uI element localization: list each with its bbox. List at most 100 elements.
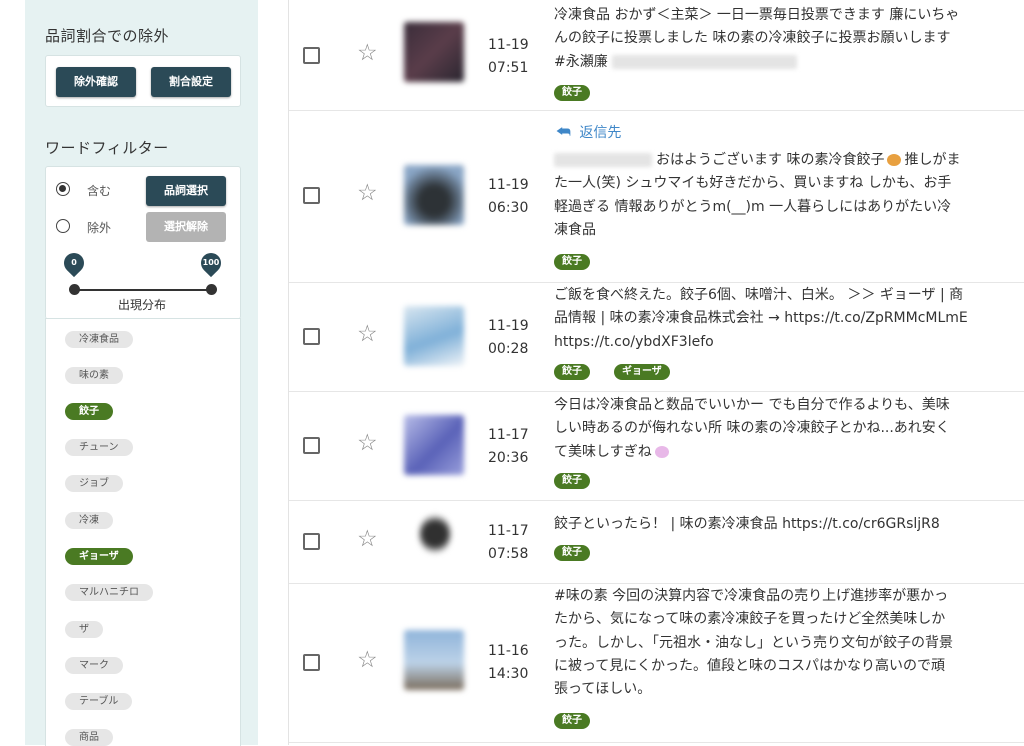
word-chip[interactable]: ザ (65, 621, 103, 638)
post-checkbox[interactable] (303, 437, 320, 454)
post-date: 11-16 (488, 643, 529, 659)
post-line: 張ってほしい。 (554, 681, 652, 698)
include-radio[interactable] (56, 182, 70, 196)
pos-exclusion-title: 品詞割合での除外 (45, 27, 170, 45)
post-time: 20:36 (488, 450, 529, 466)
post-text: #味の素 今回の決算内容で冷凍食品の売り上げ進捗率が悪かっ たから、気になって味… (554, 585, 1022, 701)
emoji-icon (654, 445, 669, 458)
word-chip[interactable]: マルハニチロ (65, 584, 153, 601)
post-datetime: 11-16 14:30 (488, 640, 529, 686)
row-divider (289, 583, 1024, 584)
word-chip[interactable]: 冷凍 (65, 512, 113, 529)
pos-select-button[interactable]: 品詞選択 (146, 176, 226, 206)
post-date: 11-19 (488, 318, 529, 334)
word-filter-title: ワードフィルター (45, 139, 169, 157)
post-checkbox[interactable] (303, 328, 320, 345)
post-line: 凍食品 (554, 221, 596, 238)
post-datetime: 11-19 07:51 (488, 34, 529, 80)
post-date: 11-19 (488, 37, 529, 53)
post-line: おはようございます 味の素冷食餃子 推しがま (554, 149, 1022, 172)
post-checkbox[interactable] (303, 533, 320, 550)
post-line: #味の素 今回の決算内容で冷凍食品の売り上げ進捗率が悪かっ (554, 588, 949, 604)
word-chip[interactable]: マーク (65, 657, 123, 674)
exclude-radio[interactable] (56, 219, 70, 233)
word-chip[interactable]: 商品 (65, 729, 113, 746)
row-divider (289, 742, 1024, 743)
post-tag[interactable]: 餃子 (554, 713, 590, 729)
favorite-star-icon[interactable]: ☆ (357, 528, 378, 551)
favorite-star-icon[interactable]: ☆ (357, 323, 378, 346)
post-line-text: て美味しすぎね (554, 443, 652, 460)
post-thumbnail (419, 514, 451, 554)
post-thumbnail (404, 630, 464, 690)
reply-indicator[interactable]: ⮪ 返信先 (556, 122, 621, 142)
row-divider (289, 110, 1024, 111)
post-line: 軽過ぎる 情報ありがとうm(__)m 一人暮らしにはありがたい冷 (554, 198, 952, 215)
post-datetime: 11-19 00:28 (488, 315, 529, 361)
reply-arrow-icon: ⮪ (556, 122, 571, 141)
post-line: https://t.co/ybdXF3lefo (554, 333, 714, 350)
distribution-slider-track (74, 289, 212, 291)
post-line: った。しかし、「元祖水・油なし」という売り文句が餃子の背景 (554, 634, 953, 651)
reply-label: 返信先 (579, 125, 622, 141)
post-thumbnail (404, 306, 464, 366)
post-text: 今日は冷凍食品と数品でいいかー でも自分で作るよりも、美味 しい時あるのが侮れな… (554, 394, 1022, 464)
post-tag[interactable]: 餃子 (554, 545, 590, 561)
ratio-settings-button[interactable]: 割合設定 (151, 67, 231, 97)
post-tag[interactable]: 餃子 (554, 254, 590, 270)
post-line: たから、気になって味の素冷凍餃子を買ったけど全然美味しか (554, 611, 946, 628)
word-chip[interactable]: 味の素 (65, 367, 123, 384)
word-chip[interactable]: チューン (65, 439, 133, 456)
post-line: 今日は冷凍食品と数品でいいかー でも自分で作るよりも、美味 (554, 397, 950, 413)
favorite-star-icon[interactable]: ☆ (357, 42, 378, 65)
post-line-text: #永瀬廉 (554, 53, 608, 70)
post-time: 00:28 (488, 341, 529, 357)
favorite-star-icon[interactable]: ☆ (357, 432, 378, 455)
post-tag[interactable]: 餃子 (554, 364, 590, 380)
slider-min-handle[interactable] (69, 284, 80, 295)
post-tag[interactable]: ギョーザ (614, 364, 670, 380)
post-time: 14:30 (488, 666, 529, 682)
post-text: ご飯を食べ終えた。餃子6個、味噌汁、白米。 ＞＞ ギョーザ | 商 品情報 | … (554, 284, 1022, 354)
favorite-star-icon[interactable]: ☆ (357, 649, 378, 672)
left-gutter (0, 0, 25, 745)
post-line-text: 推しがま (904, 152, 961, 168)
include-label: 含む (87, 184, 112, 198)
slider-caption: 出現分布 (117, 298, 166, 312)
favorite-star-icon[interactable]: ☆ (357, 182, 378, 205)
row-divider (289, 391, 1024, 392)
post-line: た一人(笑) シュウマイも好きだから、買いますね しかも、お手 (554, 175, 952, 192)
post-line: 冷凍食品 おかず＜主菜＞ 一日一票毎日投票できます 廉にいちゃ (554, 7, 960, 23)
post-tag[interactable]: 餃子 (554, 85, 590, 101)
post-line: しい時あるのが侮れない所 味の素の冷凍餃子とかね...あれ安く (554, 420, 950, 437)
row-divider (289, 500, 1024, 501)
post-datetime: 11-19 06:30 (488, 174, 529, 220)
post-date: 11-19 (488, 177, 529, 193)
post-datetime: 11-17 20:36 (488, 424, 529, 470)
post-checkbox[interactable] (303, 47, 320, 64)
row-divider (289, 282, 1024, 283)
word-chip-selected[interactable]: ギョーザ (65, 548, 133, 565)
post-line: に被って見にくかった。値段と味のコスパはかなり高いので頑 (554, 657, 946, 674)
post-thumbnail (404, 22, 464, 82)
post-checkbox[interactable] (303, 654, 320, 671)
word-chip[interactable]: ジョブ (65, 475, 123, 492)
list-left-border (288, 0, 289, 745)
slider-max-handle[interactable] (206, 284, 217, 295)
post-time: 06:30 (488, 200, 529, 216)
gyoza-emoji-icon (887, 154, 902, 166)
word-chip-list: 冷凍食品 味の素 餃子 チューン ジョブ 冷凍 ギョーザ マルハニチロ ザ マー… (45, 318, 241, 746)
exclusion-confirm-button[interactable]: 除外確認 (56, 67, 136, 97)
post-date: 11-17 (488, 427, 529, 443)
word-chip-selected[interactable]: 餃子 (65, 403, 113, 420)
exclude-label: 除外 (87, 221, 112, 235)
slider-min-value: 0 (71, 258, 77, 267)
post-tag[interactable]: 餃子 (554, 473, 590, 489)
word-chip[interactable]: テーブル (65, 693, 133, 710)
post-checkbox[interactable] (303, 187, 320, 204)
clear-selection-button[interactable]: 選択解除 (146, 212, 226, 242)
word-chip[interactable]: 冷凍食品 (65, 331, 133, 348)
post-line: ご飯を食べ終えた。餃子6個、味噌汁、白米。 ＞＞ ギョーザ | 商 (554, 287, 964, 303)
post-line: て美味しすぎね (554, 441, 1022, 464)
post-time: 07:51 (488, 60, 529, 76)
